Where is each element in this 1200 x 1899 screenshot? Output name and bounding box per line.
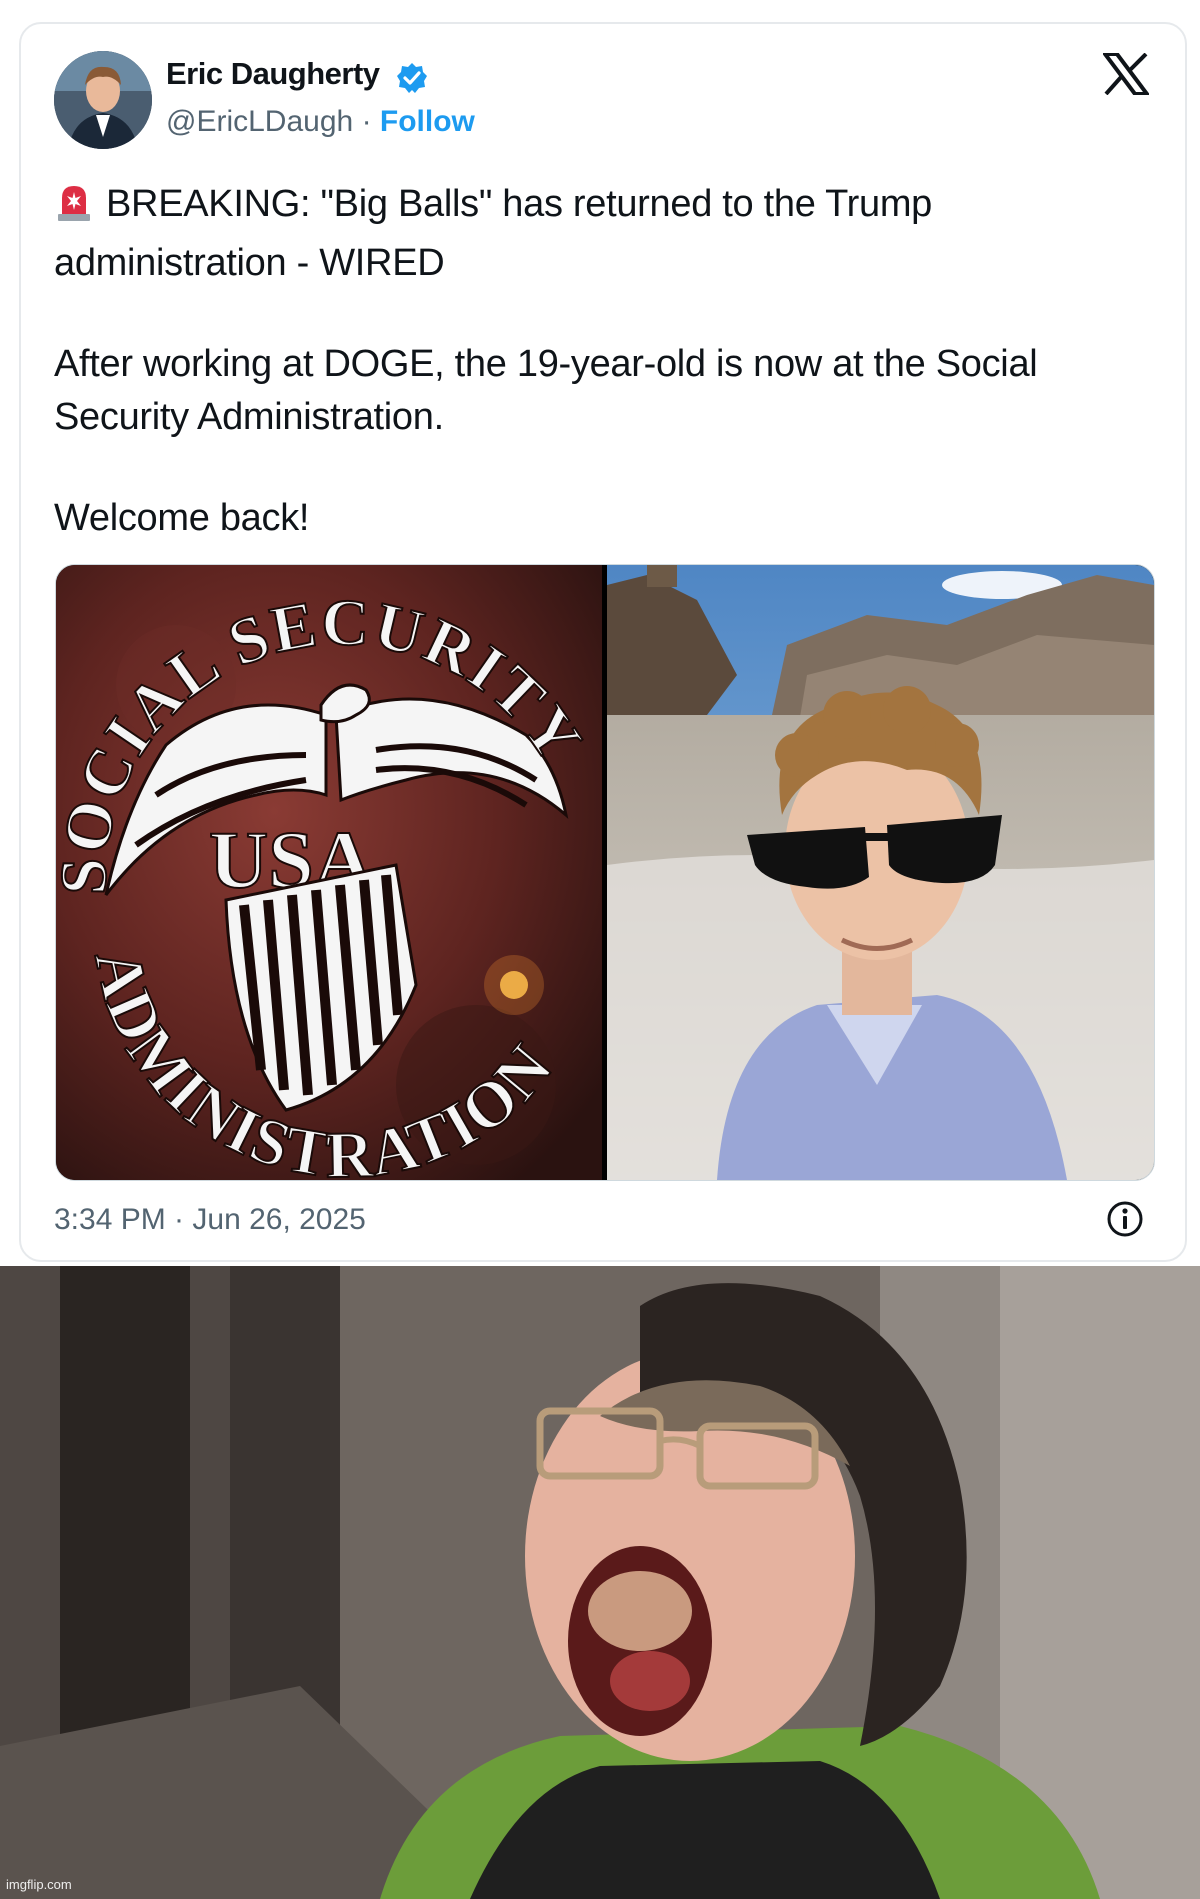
person-photo-image[interactable] xyxy=(607,565,1154,1180)
tweet-line1: BREAKING: "Big Balls" has returned to th… xyxy=(54,183,933,284)
verified-badge-icon xyxy=(396,62,428,94)
rotating-light-emoji-icon xyxy=(54,182,94,237)
handle-row: @EricLDaugh · Follow xyxy=(166,105,475,139)
tweet-line-breaking: BREAKING: "Big Balls" has returned to th… xyxy=(54,178,1114,290)
follow-button[interactable]: Follow xyxy=(380,105,475,138)
author-handle[interactable]: @EricLDaugh xyxy=(166,105,353,138)
ssa-seal-image[interactable]: USA SOCIAL SECURITY ADMINISTRATION xyxy=(56,565,602,1180)
tweet-timestamp[interactable]: 3:34 PM · Jun 26, 2025 xyxy=(54,1203,366,1237)
tweet-line2: After working at DOGE, the 19-year-old i… xyxy=(54,343,1038,438)
x-logo-icon[interactable] xyxy=(1101,52,1151,96)
tweet-text: BREAKING: "Big Balls" has returned to th… xyxy=(54,178,1114,545)
info-icon[interactable] xyxy=(1106,1200,1144,1238)
author-name[interactable]: Eric Daugherty xyxy=(166,56,380,92)
imgflip-watermark: imgflip.com xyxy=(6,1877,72,1892)
separator-dot: · xyxy=(361,105,372,138)
tweet-line3: Welcome back! xyxy=(54,497,310,539)
author-avatar[interactable] xyxy=(54,51,152,149)
reaction-image xyxy=(0,1266,1200,1899)
tweet-media[interactable]: USA SOCIAL SECURITY ADMINISTRATION xyxy=(55,564,1155,1181)
